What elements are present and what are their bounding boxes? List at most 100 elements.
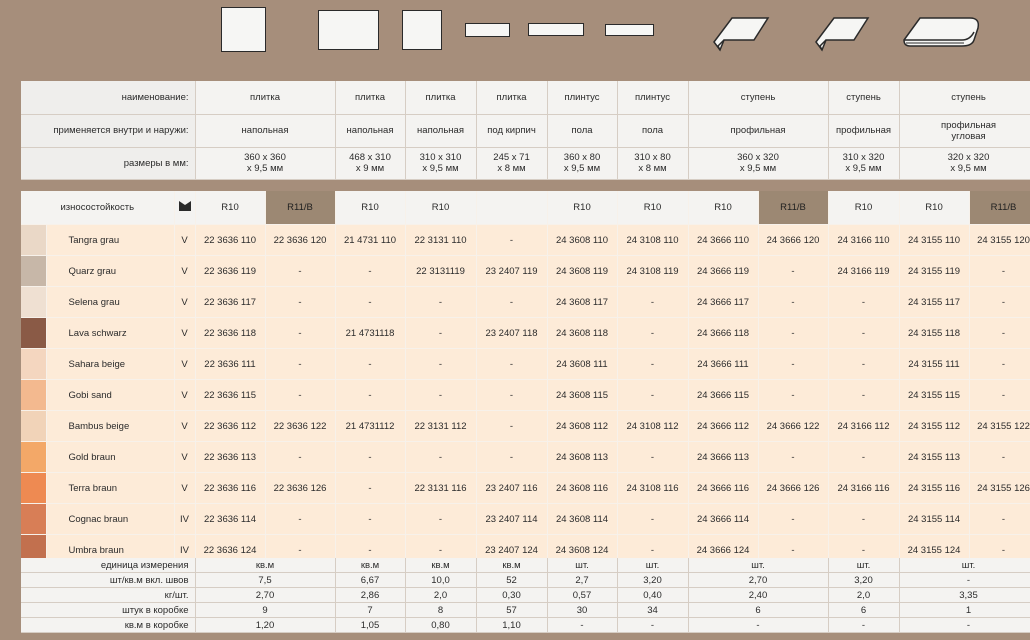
col-name: плитка (335, 81, 406, 115)
wear-rating-cell (476, 191, 548, 225)
color-swatch-fill (21, 256, 45, 286)
article-code: - (265, 379, 336, 411)
article-code: 22 3636 126 (265, 472, 336, 504)
article-code: - (335, 286, 406, 318)
article-code: - (969, 503, 1030, 535)
table-row: Gobi sand V 22 3636 115- - - -24 3608 115-24 … (21, 379, 1030, 411)
packaging-value: 1,05 (335, 617, 406, 633)
color-name: Sahara beige (46, 348, 175, 380)
article-code: 24 3666 115 (688, 379, 759, 411)
col-use: под кирпич (476, 114, 548, 148)
article-code: 22 3636 114 (195, 503, 266, 535)
article-code: 24 3608 113 (547, 441, 618, 473)
article-code: 24 3155 113 (899, 441, 970, 473)
col-use: профильная угловая (899, 114, 1030, 148)
packaging-value: кв.м (405, 558, 477, 573)
col-size: 360 х 320 х 9,5 мм (688, 147, 829, 180)
col-size: 468 х 310 х 9 мм (335, 147, 406, 180)
wear-class: IV (174, 503, 196, 535)
wear-class: V (174, 379, 196, 411)
article-code: 24 3666 118 (688, 317, 759, 349)
article-code: - (335, 255, 406, 287)
article-code: - (335, 379, 406, 411)
article-code: 24 3108 112 (617, 410, 689, 442)
article-code: 24 3608 112 (547, 410, 618, 442)
packaging-value: - (547, 617, 618, 633)
packaging-row: кг/шт. 2,70 2,86 2,0 0,30 0,57 0,40 2,40 2,0 3,35 (21, 587, 1030, 603)
color-swatch (21, 348, 47, 380)
step-profile-small-icon (815, 17, 870, 52)
wear-class: V (174, 472, 196, 504)
article-code: - (405, 317, 477, 349)
col-size: 310 х 320 х 9,5 мм (828, 147, 900, 180)
packaging-value: 7 (335, 602, 406, 618)
packaging-value: 57 (476, 602, 548, 618)
col-size: 245 х 71 х 8 мм (476, 147, 548, 180)
col-use: профильная (688, 114, 829, 148)
col-size: 360 х 360 х 9,5 мм (195, 147, 336, 180)
article-code: - (828, 503, 900, 535)
packaging-value: шт. (547, 558, 618, 573)
size-dim: 360 х 360 (244, 152, 286, 163)
article-code: 22 3636 119 (195, 255, 266, 287)
packaging-value: - (617, 617, 689, 633)
article-code: 24 3608 116 (547, 472, 618, 504)
color-swatch (21, 441, 47, 473)
packaging-value: - (828, 617, 900, 633)
article-code: - (969, 441, 1030, 473)
col-name: ступень (828, 81, 900, 115)
col-name: плитка (476, 81, 548, 115)
packaging-value: 2,0 (405, 587, 477, 603)
article-code: 24 3666 120 (758, 224, 829, 256)
packaging-value: 1,20 (195, 617, 336, 633)
article-code: - (758, 503, 829, 535)
packaging-label: кв.м в коробке (21, 617, 196, 633)
color-name: Tangra grau (46, 224, 175, 256)
color-swatch-fill (21, 504, 45, 534)
packaging-value: 3,20 (617, 572, 689, 588)
article-code: 24 3608 114 (547, 503, 618, 535)
color-swatch (21, 379, 47, 411)
size-dim: 360 х 320 (737, 152, 779, 163)
color-name: Bambus beige (46, 410, 175, 442)
table-row: Sahara beige V 22 3636 111- - - -24 3608 111-… (21, 348, 1030, 380)
article-code: - (476, 348, 548, 380)
size-thickness: х 9,5 мм (845, 163, 882, 174)
article-code: 24 3108 116 (617, 472, 689, 504)
col-size: 310 х 80 х 8 мм (617, 147, 689, 180)
article-code: - (265, 348, 336, 380)
article-code: - (405, 348, 477, 380)
table-row: Quarz grau V 22 3636 119- -22 3131119 23 240… (21, 255, 1030, 287)
article-code: 22 3636 111 (195, 348, 266, 380)
wear-rating-cell: R10 (688, 191, 759, 225)
packaging-value: 8 (405, 602, 477, 618)
article-code: - (969, 317, 1030, 349)
color-swatch-fill (21, 349, 45, 379)
article-codes-table: износостойкость R10 R11/B R10 R10 R10 R10 R10 R… (21, 191, 1030, 566)
wear-class: V (174, 224, 196, 256)
color-name: Selena grau (46, 286, 175, 318)
packaging-value: 1 (899, 602, 1030, 618)
article-code: - (617, 441, 689, 473)
size-label: размеры в мм: (21, 147, 196, 180)
packaging-label: штук в коробке (21, 602, 196, 618)
article-code: 24 3666 116 (688, 472, 759, 504)
color-swatch (21, 503, 47, 535)
article-code: - (828, 441, 900, 473)
size-thickness: х 9,5 мм (739, 163, 777, 174)
col-name: ступень (899, 81, 1030, 115)
packaging-row: штук в коробке 9 7 8 57 30 34 6 6 1 (21, 602, 1030, 618)
article-code: - (828, 348, 900, 380)
article-code: - (405, 441, 477, 473)
article-code: - (265, 255, 336, 287)
article-code: - (405, 379, 477, 411)
wear-class: V (174, 317, 196, 349)
packaging-row: шт/кв.м вкл. швов 7,5 6,67 10,0 52 2,7 3,20 2,7… (21, 572, 1030, 588)
packaging-value: 30 (547, 602, 618, 618)
article-code: 24 3155 120 (969, 224, 1030, 256)
article-code: 24 3166 112 (828, 410, 900, 442)
color-swatch-fill (21, 442, 45, 472)
size-dim: 310 х 80 (634, 152, 671, 163)
article-code: - (335, 503, 406, 535)
article-code: - (969, 348, 1030, 380)
